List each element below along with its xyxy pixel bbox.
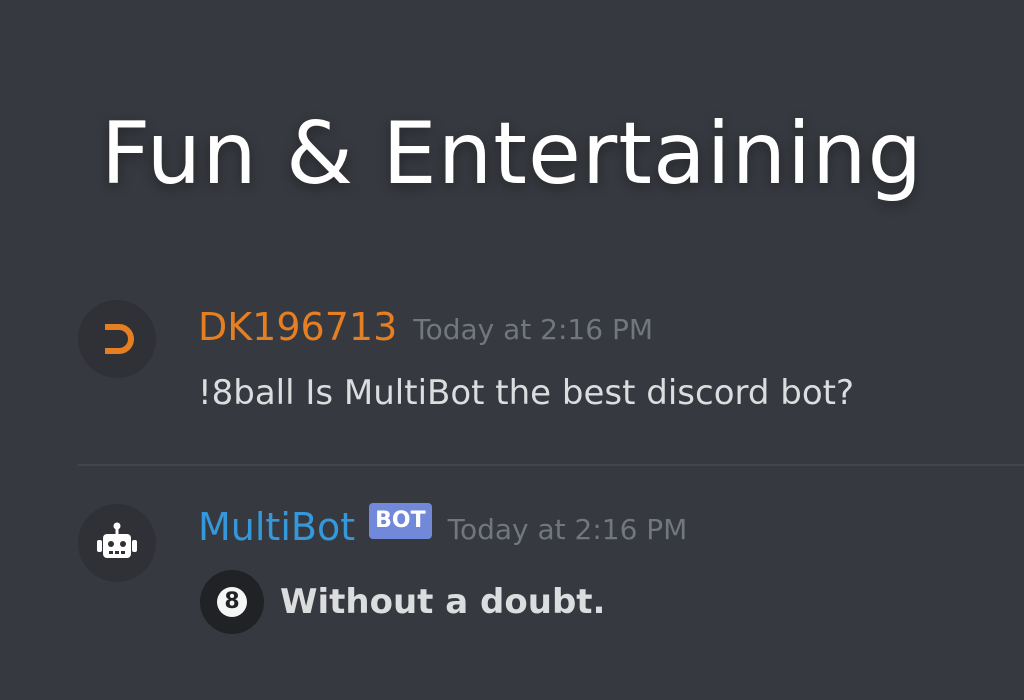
user-avatar[interactable] [78, 300, 156, 378]
message-text: Without a doubt. [280, 582, 606, 622]
robot-icon [97, 522, 137, 558]
message-header: MultiBot BOT Today at 2:16 PM [198, 502, 687, 552]
eight-ball-icon: 8 [200, 570, 264, 634]
orange-u-turn-logo-icon [105, 324, 134, 354]
chat-message: MultiBot BOT Today at 2:16 PM 8 Without … [0, 496, 1024, 646]
bot-avatar[interactable] [78, 504, 156, 582]
message-content: !8ball Is MultiBot the best discord bot? [198, 373, 855, 413]
message-divider [78, 464, 1024, 466]
message-timestamp: Today at 2:16 PM [447, 512, 688, 546]
page-title: Fun & Entertaining [100, 104, 924, 204]
chat-message: DK196713 Today at 2:16 PM !8ball Is Mult… [0, 296, 1024, 446]
message-content: 8 Without a doubt. [198, 570, 605, 634]
eight-ball-number: 8 [217, 587, 247, 617]
username[interactable]: DK196713 [198, 305, 397, 349]
message-timestamp: Today at 2:16 PM [413, 312, 653, 346]
bot-badge: BOT [369, 503, 432, 539]
username[interactable]: MultiBot [198, 505, 355, 549]
message-header: DK196713 Today at 2:16 PM [198, 302, 653, 352]
